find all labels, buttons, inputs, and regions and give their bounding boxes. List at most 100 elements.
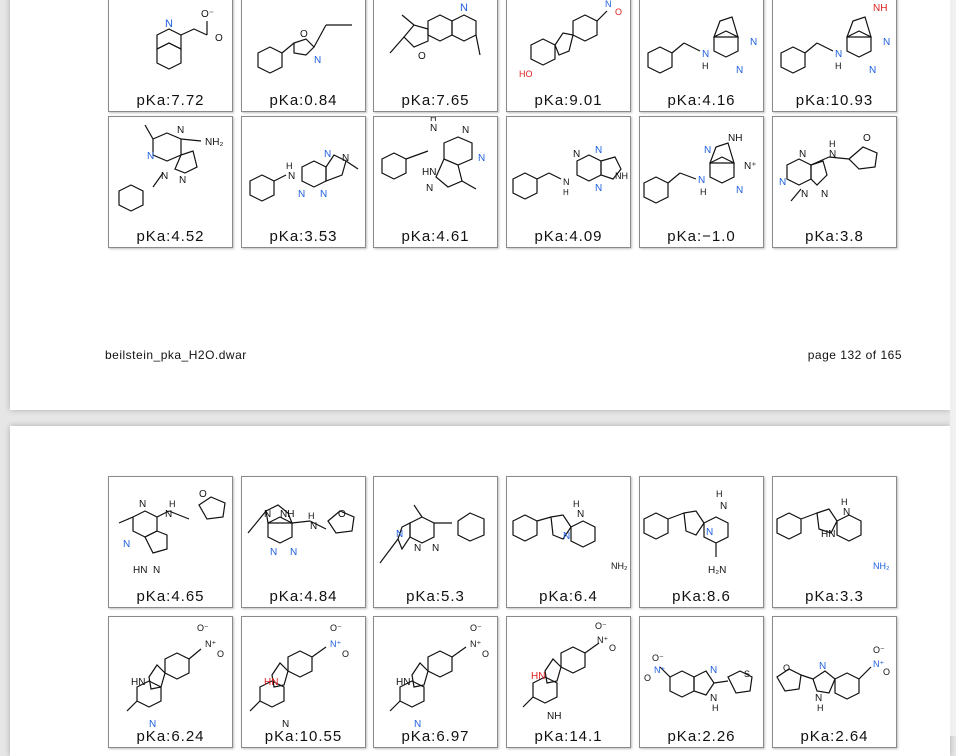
molecule-cell[interactable]: N H N N pKa:4.16 bbox=[639, 0, 764, 112]
svg-text:NH: NH bbox=[280, 509, 294, 520]
svg-text:O⁻: O⁻ bbox=[201, 9, 214, 20]
molecule-cell[interactable]: N N N pKa:5.3 bbox=[373, 476, 498, 608]
molecule-structure: H N N N N N bbox=[249, 149, 359, 202]
molecule-cell[interactable]: N NH H N O N N pKa:4.84 bbox=[241, 476, 366, 608]
pka-label: pKa:5.3 bbox=[406, 588, 465, 605]
molecule-structure: H N N H₂N bbox=[643, 489, 729, 576]
svg-text:N: N bbox=[702, 49, 709, 60]
svg-text:H: H bbox=[712, 703, 719, 713]
molecule-structure: H N N N HN N bbox=[381, 117, 485, 194]
molecule-cell[interactable]: N NH₂ N N N pKa:4.52 bbox=[108, 116, 233, 248]
page-number: page 132 of 165 bbox=[807, 348, 902, 362]
pka-label: pKa:0.84 bbox=[269, 92, 338, 109]
svg-text:N: N bbox=[147, 151, 154, 162]
svg-text:HN: HN bbox=[131, 677, 145, 688]
molecule-structure: N O⁻ O bbox=[156, 9, 223, 70]
molecule-structure: O⁻ N⁺ O N N H S bbox=[644, 653, 753, 713]
svg-text:O: O bbox=[217, 649, 224, 659]
svg-text:N: N bbox=[270, 547, 277, 558]
svg-text:N: N bbox=[720, 501, 727, 512]
pka-label: pKa:7.65 bbox=[401, 92, 470, 109]
molecule-cell[interactable]: N H N N N NH pKa:4.09 bbox=[506, 116, 631, 248]
pka-label: pKa:10.93 bbox=[795, 92, 874, 109]
svg-text:N: N bbox=[165, 18, 173, 30]
molecule-cell[interactable]: H N HN NH₂ pKa:3.3 bbox=[772, 476, 897, 608]
molecule-cell[interactable]: N O pKa:7.65 bbox=[373, 0, 498, 112]
pka-label: pKa:7.72 bbox=[136, 92, 205, 109]
svg-text:N: N bbox=[149, 719, 156, 727]
svg-text:N: N bbox=[736, 65, 743, 76]
molecule-cell[interactable]: H N N N N N pKa:3.53 bbox=[241, 116, 366, 248]
svg-text:N: N bbox=[298, 189, 305, 200]
svg-text:H: H bbox=[700, 187, 707, 197]
svg-text:N⁺: N⁺ bbox=[597, 635, 608, 645]
pka-label: pKa:9.01 bbox=[534, 92, 603, 109]
molecule-cell[interactable]: O⁻ N⁺ O HN NH pKa:14.1 bbox=[506, 616, 631, 748]
svg-text:O⁻: O⁻ bbox=[197, 623, 209, 633]
pka-label: pKa:2.64 bbox=[800, 728, 869, 745]
svg-text:O: O bbox=[609, 643, 616, 653]
svg-text:N: N bbox=[460, 2, 468, 14]
svg-text:N: N bbox=[414, 719, 421, 727]
svg-text:N: N bbox=[563, 177, 570, 187]
svg-text:O⁻: O⁻ bbox=[652, 653, 664, 663]
molecule-cell[interactable]: H N O N N N N pKa:3.8 bbox=[772, 116, 897, 248]
svg-text:O: O bbox=[418, 51, 426, 62]
svg-text:N: N bbox=[282, 719, 289, 727]
pka-label: pKa:4.84 bbox=[269, 588, 338, 605]
molecule-cell[interactable]: O⁻ N⁺ O HN N pKa:6.24 bbox=[108, 616, 233, 748]
molecule-cell[interactable]: H N N O N HN N pKa:4.65 bbox=[108, 476, 233, 608]
molecule-cell[interactable]: O⁻ N⁺ O N N H S pKa:2.26 bbox=[639, 616, 764, 748]
pka-label: pKa:14.1 bbox=[534, 728, 603, 745]
molecule-structure: N H N N bbox=[647, 16, 757, 76]
molecule-structure: H N O N N N N bbox=[779, 133, 878, 202]
svg-text:N: N bbox=[883, 37, 890, 48]
molecule-cell[interactable]: HO N O pKa:9.01 bbox=[506, 0, 631, 112]
molecule-cell[interactable]: H N N N HN N pKa:4.61 bbox=[373, 116, 498, 248]
molecule-cell[interactable]: O⁻ N⁺ O HN N pKa:6.97 bbox=[373, 616, 498, 748]
svg-text:N: N bbox=[710, 665, 717, 676]
molecule-cell[interactable]: N O⁻ O pKa:7.72 bbox=[108, 0, 233, 112]
svg-text:N: N bbox=[179, 175, 186, 186]
svg-text:NH₂: NH₂ bbox=[611, 561, 628, 571]
svg-text:N: N bbox=[595, 183, 602, 194]
pka-label: pKa:10.55 bbox=[264, 728, 343, 745]
svg-text:N: N bbox=[414, 543, 421, 554]
svg-text:O: O bbox=[199, 489, 207, 500]
svg-text:S: S bbox=[744, 669, 750, 679]
molecule-cell[interactable]: H N N H₂N pKa:8.6 bbox=[639, 476, 764, 608]
svg-text:NH₂: NH₂ bbox=[205, 137, 223, 148]
molecule-cell[interactable]: O⁻ N⁺ O HN N pKa:10.55 bbox=[241, 616, 366, 748]
svg-text:N: N bbox=[605, 0, 612, 9]
molecule-cell[interactable]: O N pKa:0.84 bbox=[241, 0, 366, 112]
pka-label: pKa:4.52 bbox=[136, 228, 205, 245]
svg-text:N: N bbox=[704, 145, 711, 156]
svg-text:O⁻: O⁻ bbox=[873, 645, 885, 655]
svg-text:N: N bbox=[779, 177, 786, 188]
pka-label: pKa:4.61 bbox=[401, 228, 470, 245]
svg-text:N: N bbox=[821, 189, 828, 200]
molecule-structure: H N N NH₂ bbox=[512, 499, 628, 571]
molecule-cell[interactable]: H N N NH₂ pKa:6.4 bbox=[506, 476, 631, 608]
svg-text:N: N bbox=[310, 521, 317, 532]
svg-text:N⁺: N⁺ bbox=[205, 639, 216, 649]
molecule-cell[interactable]: N H NH N N⁺ N pKa:−1.0 bbox=[639, 116, 764, 248]
molecule-structure: H N HN NH₂ bbox=[776, 497, 890, 571]
svg-text:O: O bbox=[338, 509, 346, 520]
pka-label: pKa:3.3 bbox=[805, 588, 864, 605]
svg-text:N⁺: N⁺ bbox=[470, 639, 481, 649]
vertical-scrollbar[interactable] bbox=[950, 0, 956, 736]
svg-text:N: N bbox=[430, 123, 437, 134]
svg-text:O⁻: O⁻ bbox=[330, 623, 342, 633]
svg-text:N: N bbox=[736, 185, 743, 196]
svg-text:N⁺: N⁺ bbox=[654, 665, 665, 675]
svg-text:O: O bbox=[215, 33, 223, 44]
svg-text:H: H bbox=[829, 139, 836, 149]
molecule-cell[interactable]: O N N H O⁻ N⁺ O pKa:2.64 bbox=[772, 616, 897, 748]
svg-text:N: N bbox=[462, 125, 469, 136]
svg-text:N⁺: N⁺ bbox=[744, 161, 757, 172]
svg-text:N: N bbox=[577, 509, 584, 520]
pka-label: pKa:8.6 bbox=[672, 588, 731, 605]
molecule-cell[interactable]: N H NH N N pKa:10.93 bbox=[772, 0, 897, 112]
molecule-structure: H N N O N HN N bbox=[118, 489, 226, 576]
